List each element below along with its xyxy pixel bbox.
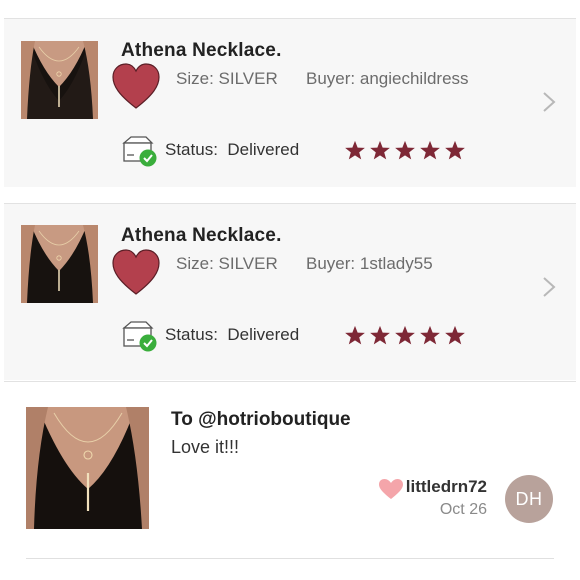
review-username[interactable]: littledrn72 xyxy=(406,477,487,497)
buyer-value: angiechildress xyxy=(359,69,469,88)
heart-icon[interactable] xyxy=(111,248,161,296)
order-status: Status: Delivered xyxy=(165,140,299,160)
star-icon xyxy=(370,325,390,345)
size-info: Size: SILVER xyxy=(176,69,278,89)
star-icon xyxy=(395,140,415,160)
review-date: Oct 26 xyxy=(439,501,487,518)
size-value: SILVER xyxy=(218,254,278,273)
heart-icon[interactable] xyxy=(111,62,161,110)
product-title: Athena Necklace. xyxy=(121,225,282,246)
star-icon xyxy=(420,140,440,160)
status-label: Status: xyxy=(165,325,218,344)
size-label: Size: xyxy=(176,69,214,88)
review-photo[interactable] xyxy=(26,407,149,529)
size-value: SILVER xyxy=(218,69,278,88)
package-delivered-icon xyxy=(122,321,157,352)
star-icon xyxy=(370,140,390,160)
order-card[interactable]: Athena Necklace. Size: SILVER Buyer: 1st… xyxy=(4,204,576,380)
order-status: Status: Delivered xyxy=(165,325,299,345)
status-value: Delivered xyxy=(227,140,300,159)
status-value: Delivered xyxy=(227,325,300,344)
buyer-value: 1stlady55 xyxy=(359,254,433,273)
star-icon xyxy=(345,140,365,160)
review-recipient: To @hotrioboutique xyxy=(171,409,351,430)
review-item: To @hotrioboutique Love it!!! littledrn7… xyxy=(4,382,576,580)
star-icon xyxy=(345,325,365,345)
divider xyxy=(26,558,554,559)
star-icon xyxy=(395,325,415,345)
rating-stars xyxy=(344,140,466,161)
order-card[interactable]: Athena Necklace. Size: SILVER Buyer: ang… xyxy=(4,19,576,187)
size-info: Size: SILVER xyxy=(176,254,278,274)
star-icon xyxy=(420,325,440,345)
star-icon xyxy=(445,140,465,160)
product-title: Athena Necklace. xyxy=(121,40,282,61)
package-delivered-icon xyxy=(122,136,157,167)
review-message: Love it!!! xyxy=(171,437,240,457)
chevron-right-icon[interactable] xyxy=(542,91,556,113)
status-label: Status: xyxy=(165,140,218,159)
product-thumbnail xyxy=(21,41,98,119)
buyer-info: Buyer: 1stlady55 xyxy=(306,254,433,274)
buyer-info: Buyer: angiechildress xyxy=(306,69,469,89)
star-icon xyxy=(445,325,465,345)
product-thumbnail xyxy=(21,225,98,303)
buyer-label: Buyer: xyxy=(306,254,356,273)
chevron-right-icon[interactable] xyxy=(542,276,556,298)
like-heart-icon[interactable] xyxy=(378,478,404,500)
avatar[interactable]: DH xyxy=(505,475,553,523)
rating-stars xyxy=(344,325,466,346)
size-label: Size: xyxy=(176,254,214,273)
buyer-label: Buyer: xyxy=(306,69,356,88)
